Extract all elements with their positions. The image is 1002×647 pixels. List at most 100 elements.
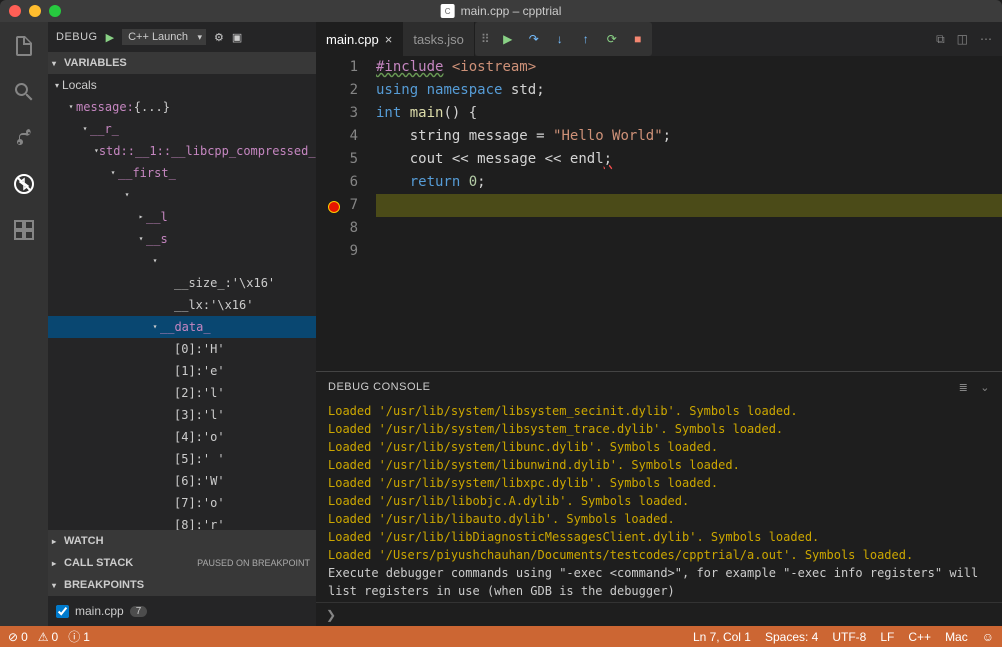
breakpoint-checkbox[interactable]	[56, 605, 69, 618]
variable-row[interactable]: ·[1]: 'e'	[48, 360, 316, 382]
status-language[interactable]: C++	[908, 630, 931, 644]
feedback-icon[interactable]: ☺	[982, 630, 994, 644]
start-debug-button[interactable]: ▶	[106, 31, 114, 44]
extensions-icon[interactable]	[10, 216, 38, 244]
breakpoint-glyph-icon[interactable]	[328, 201, 340, 213]
console-output[interactable]: Loaded '/usr/lib/system/libsystem_secini…	[316, 402, 1002, 602]
variable-row[interactable]: ·__size_: '\x16'	[48, 272, 316, 294]
chevron-right-icon: ▸	[52, 559, 64, 568]
drag-handle-icon[interactable]: ⠿	[481, 32, 490, 46]
variable-row[interactable]: ▾__data_	[48, 316, 316, 338]
status-errors[interactable]: ⊘ 0	[8, 630, 28, 644]
breakpoint-line-badge: 7	[130, 606, 148, 617]
window-title: main.cpp – cpptrial	[461, 4, 562, 18]
status-spaces[interactable]: Spaces: 4	[765, 630, 818, 644]
stop-button[interactable]: ■	[630, 31, 646, 47]
debug-icon[interactable]	[10, 170, 38, 198]
titlebar: C main.cpp – cpptrial	[0, 0, 1002, 22]
code-line[interactable]: string message = "Hello World";	[376, 125, 1002, 148]
line-number[interactable]: 3	[316, 102, 358, 125]
status-cursor[interactable]: Ln 7, Col 1	[693, 630, 751, 644]
search-icon[interactable]	[10, 78, 38, 106]
breakpoint-row[interactable]: main.cpp 7	[48, 600, 316, 622]
launch-config-select[interactable]: C++ Launch	[122, 29, 206, 45]
debug-label: DEBUG	[56, 31, 98, 43]
line-number[interactable]: 1	[316, 56, 358, 79]
variable-row[interactable]: ▾__r_	[48, 118, 316, 140]
chevron-down-icon: ▾	[52, 59, 64, 68]
breakpoint-file: main.cpp	[75, 604, 124, 618]
variable-row[interactable]: ·__lx: '\x16'	[48, 294, 316, 316]
gear-icon[interactable]: ⚙	[214, 31, 224, 44]
chevron-down-icon: ▾	[52, 581, 64, 590]
chevron-right-icon: ▸	[52, 537, 64, 546]
status-encoding[interactable]: UTF-8	[832, 630, 866, 644]
variable-row[interactable]: ·[7]: 'o'	[48, 492, 316, 514]
activity-bar	[0, 22, 48, 626]
scope-locals[interactable]: ▾Locals	[48, 74, 316, 96]
variable-row[interactable]: ·[3]: 'l'	[48, 404, 316, 426]
watch-section-header[interactable]: ▸ WATCH	[48, 530, 316, 552]
code-editor[interactable]: 123456789 #include <iostream>using names…	[316, 56, 1002, 371]
step-into-button[interactable]: ↓	[552, 31, 568, 47]
variable-row[interactable]: ▾std::__1::__libcpp_compressed_pa…	[48, 140, 316, 162]
status-eol[interactable]: LF	[880, 630, 894, 644]
line-number[interactable]: 8	[316, 217, 358, 240]
variable-row[interactable]: ▸__l	[48, 206, 316, 228]
explorer-icon[interactable]	[10, 32, 38, 60]
window-minimize-button[interactable]	[29, 5, 41, 17]
split-editor-icon[interactable]: ◫	[957, 32, 968, 46]
code-line[interactable]: return 0;	[376, 171, 1002, 194]
status-os[interactable]: Mac	[945, 630, 968, 644]
step-out-button[interactable]: ↑	[578, 31, 594, 47]
variable-row[interactable]: ▾__first_	[48, 162, 316, 184]
code-line[interactable]: int main() {	[376, 102, 1002, 125]
variable-row[interactable]: ·[6]: 'W'	[48, 470, 316, 492]
more-icon[interactable]: ⋯	[980, 32, 992, 46]
callstack-status: PAUSED ON BREAKPOINT	[197, 558, 310, 568]
line-number[interactable]: 6	[316, 171, 358, 194]
file-icon: C	[441, 4, 455, 18]
tab-maincpp[interactable]: main.cpp×	[316, 22, 403, 56]
variables-tree: ▾message: {...}▾__r_▾std::__1::__libcpp_…	[48, 96, 316, 530]
current-line-highlight	[376, 194, 1002, 217]
line-number[interactable]: 4	[316, 125, 358, 148]
step-over-button[interactable]: ↷	[526, 31, 542, 47]
variable-row[interactable]: ▾	[48, 250, 316, 272]
variable-row[interactable]: ▾__s	[48, 228, 316, 250]
line-number[interactable]: 2	[316, 79, 358, 102]
window-close-button[interactable]	[9, 5, 21, 17]
callstack-section-header[interactable]: ▸ CALL STACK PAUSED ON BREAKPOINT	[48, 552, 316, 574]
variable-row[interactable]: ·[0]: 'H'	[48, 338, 316, 360]
status-warnings[interactable]: ⚠ 0	[38, 630, 58, 644]
variable-row[interactable]: ▾message: {...}	[48, 96, 316, 118]
variables-section-header[interactable]: ▾ VARIABLES	[48, 52, 316, 74]
window-maximize-button[interactable]	[49, 5, 61, 17]
filter-icon[interactable]: ≣	[959, 381, 969, 394]
restart-button[interactable]: ⟳	[604, 31, 620, 47]
variable-row[interactable]: ▾	[48, 184, 316, 206]
split-compare-icon[interactable]: ⧉	[936, 32, 945, 47]
continue-button[interactable]: ▶	[500, 31, 516, 47]
code-line[interactable]: #include <iostream>	[376, 56, 1002, 79]
variable-row[interactable]: ·[2]: 'l'	[48, 382, 316, 404]
status-info[interactable]: ⓘ 1	[68, 628, 90, 645]
editor-tabs: main.cpp×tasks.jso ⠿ ▶ ↷ ↓ ↑ ⟳ ■ ⧉ ◫ ⋯	[316, 22, 1002, 56]
code-line[interactable]: using namespace std;	[376, 79, 1002, 102]
debug-console-panel: DEBUG CONSOLE ≣ ⌄ Loaded '/usr/lib/syste…	[316, 371, 1002, 626]
panel-title[interactable]: DEBUG CONSOLE	[328, 381, 430, 393]
variable-row[interactable]: ·[5]: ' '	[48, 448, 316, 470]
breakpoints-section-header[interactable]: ▾ BREAKPOINTS	[48, 574, 316, 596]
variable-row[interactable]: ·[8]: 'r'	[48, 514, 316, 530]
debug-console-icon[interactable]: ▣	[232, 31, 242, 44]
line-number[interactable]: 9	[316, 240, 358, 263]
console-input[interactable]: ❯	[316, 602, 1002, 626]
code-line[interactable]: cout << message << endl;	[376, 148, 1002, 171]
status-bar: ⊘ 0 ⚠ 0 ⓘ 1 Ln 7, Col 1 Spaces: 4 UTF-8 …	[0, 626, 1002, 647]
scm-icon[interactable]	[10, 124, 38, 152]
close-icon[interactable]: ×	[385, 32, 393, 47]
variable-row[interactable]: ·[4]: 'o'	[48, 426, 316, 448]
chevron-down-icon[interactable]: ⌄	[980, 381, 990, 394]
line-number[interactable]: 5	[316, 148, 358, 171]
tab-tasksjso[interactable]: tasks.jso	[403, 22, 475, 56]
